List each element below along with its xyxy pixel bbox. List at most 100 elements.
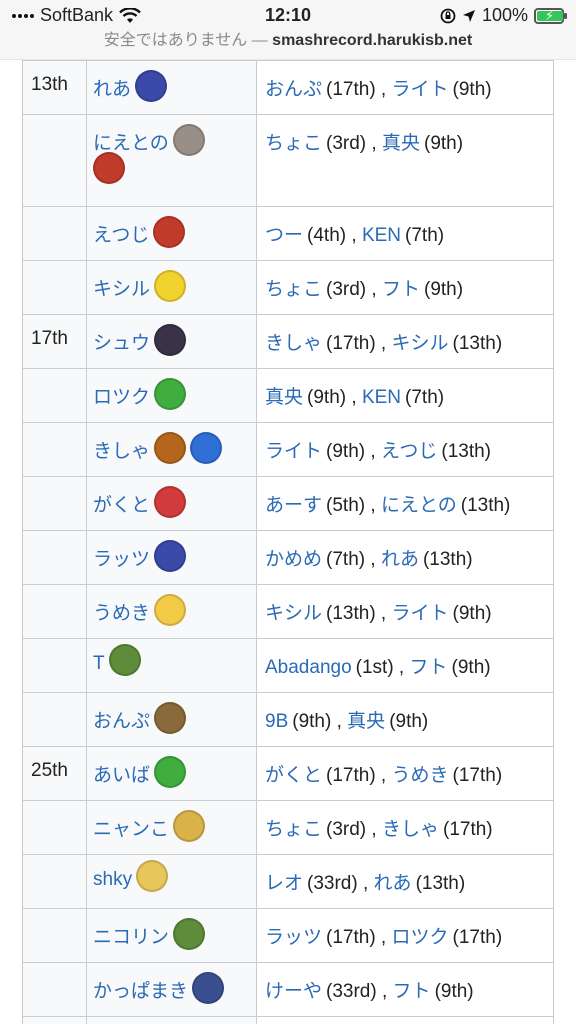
diddy-kong-icon <box>153 215 186 248</box>
opponent-link[interactable]: ロツク <box>392 927 449 948</box>
results-table: 13th れあ おんぷ (17th) , ライト (9th) にえとの ちょこ (3rd) ,… <box>22 60 554 1024</box>
opponent-link[interactable]: かめめ <box>265 549 322 570</box>
player-link[interactable]: シュウ <box>93 333 150 354</box>
opponent-link[interactable]: がくと <box>265 765 322 786</box>
lost-to-cell: あーす (5th) , にえとの (13th) <box>256 476 554 531</box>
rank-cell: 13th <box>22 60 87 115</box>
player-cell: れあ <box>86 60 257 115</box>
separator: , <box>365 441 381 462</box>
opponent-link[interactable]: きしゃ <box>382 819 439 840</box>
opponent-link[interactable]: 真央 <box>347 711 385 732</box>
opponent-link[interactable]: けーや <box>265 981 322 1002</box>
player-link[interactable]: れあ <box>93 79 131 100</box>
player-link[interactable]: ニャンこ <box>93 819 169 840</box>
opponent-placement: (17th) <box>443 819 493 840</box>
opponent-link[interactable]: ちょこ <box>265 819 322 840</box>
opponent-placement: (17th) <box>326 79 376 100</box>
opponent-link[interactable]: うめき <box>392 765 449 786</box>
opponent-placement: (17th) <box>452 927 503 948</box>
separator: , <box>366 819 382 840</box>
table-row: にえとの ちょこ (3rd) , 真央 (9th) <box>22 114 554 207</box>
player-cell: ニコリン <box>86 908 257 963</box>
player-link[interactable]: かっぱまき <box>93 981 188 1002</box>
opponent-placement: (13th) <box>415 873 466 894</box>
opponent-link[interactable]: れあ <box>381 549 419 570</box>
rank-cell <box>22 260 87 315</box>
results-table-container: 13th れあ おんぷ (17th) , ライト (9th) にえとの ちょこ (3rd) ,… <box>22 60 554 1024</box>
rotation-lock-icon <box>440 8 456 23</box>
player-link[interactable]: にえとの <box>93 133 169 154</box>
player-cell: ニャンこ <box>86 800 257 855</box>
player-link[interactable]: キシル <box>93 279 150 300</box>
opponent-placement: (9th) <box>326 441 366 462</box>
opponent-link[interactable]: えつじ <box>381 441 437 462</box>
table-row: 25th あいば がくと (17th) , うめき (17th) <box>22 746 554 801</box>
player-link[interactable]: うめき <box>93 603 150 624</box>
player-link[interactable]: おんぷ <box>93 711 150 732</box>
opponent-placement: (13th) <box>441 441 492 462</box>
battery-percent: 100% <box>481 5 528 25</box>
rank-cell <box>22 854 87 909</box>
opponent-link[interactable]: フト <box>410 657 448 678</box>
opponent-link[interactable]: ライト <box>265 441 322 462</box>
opponent-link[interactable]: 真央 <box>382 133 420 154</box>
opponent-link[interactable]: フト <box>382 279 420 300</box>
opponent-placement: (13th) <box>460 495 511 516</box>
rank-cell <box>22 368 87 423</box>
player-link[interactable]: ニコリン <box>93 927 169 948</box>
diddy-kong-icon <box>93 151 125 184</box>
opponent-link[interactable]: キシル <box>392 333 449 354</box>
opponent-link[interactable]: キシル <box>265 603 322 624</box>
player-link[interactable]: えつじ <box>93 225 149 246</box>
opponent-placement: (9th) <box>452 79 492 100</box>
status-bar: SoftBank 12:10 100% ⚡ <box>0 0 576 30</box>
separator: , <box>375 333 392 354</box>
address-bar[interactable]: 安全ではありません — smashrecord.harukisb.net <box>0 30 576 60</box>
opponent-placement: (13th) <box>326 603 376 624</box>
opponent-link[interactable]: ちょこ <box>265 279 322 300</box>
opponent-link[interactable]: Abadango <box>265 657 352 678</box>
rank-cell <box>22 692 87 747</box>
opponent-link[interactable]: レオ <box>265 873 303 894</box>
opponent-placement: (9th) <box>451 657 491 678</box>
player-link[interactable]: あいば <box>93 765 150 786</box>
table-row: かっぱまき けーや (33rd) , フト (9th) <box>22 962 554 1017</box>
player-cell: うめき <box>86 584 257 639</box>
rank-cell <box>22 638 87 693</box>
opponent-link[interactable]: つー <box>265 225 303 246</box>
opponent-link[interactable]: きしゃ <box>265 333 322 354</box>
opponent-placement: (33rd) <box>307 873 358 894</box>
opponent-link[interactable]: あーす <box>265 495 322 516</box>
separator: , <box>331 711 348 732</box>
opponent-link[interactable]: ラッツ <box>265 927 322 948</box>
opponent-placement: (7th) <box>326 549 366 570</box>
opponent-link[interactable]: フト <box>393 981 431 1002</box>
yoshi-icon <box>154 377 187 410</box>
table-row: ラッツ かめめ (7th) , れあ (13th) <box>22 530 554 585</box>
opponent-placement: (13th) <box>452 333 503 354</box>
opponent-link[interactable]: れあ <box>374 873 412 894</box>
opponent-placement: (17th) <box>452 765 503 786</box>
player-link[interactable]: shky <box>93 869 132 890</box>
bayonetta-icon <box>154 323 187 356</box>
opponent-placement: (33rd) <box>326 981 377 1002</box>
player-link[interactable]: きしゃ <box>93 441 150 462</box>
opponent-link[interactable]: にえとの <box>381 495 457 516</box>
opponent-link[interactable]: KEN <box>362 387 401 408</box>
player-link[interactable]: ラッツ <box>93 549 150 570</box>
lost-to-cell: ちょこ (3rd) , きしゃ (17th) <box>256 800 554 855</box>
opponent-link[interactable]: ちょこ <box>265 133 322 154</box>
opponent-link[interactable]: 真央 <box>265 387 303 408</box>
opponent-link[interactable]: KEN <box>362 225 401 246</box>
player-link[interactable]: ロツク <box>93 387 150 408</box>
rank-cell <box>22 908 87 963</box>
opponent-link[interactable]: おんぷ <box>265 79 322 100</box>
opponent-link[interactable]: ライト <box>392 79 449 100</box>
player-link[interactable]: T <box>93 653 105 674</box>
opponent-placement: (13th) <box>422 549 473 570</box>
opponent-link[interactable]: ライト <box>392 603 449 624</box>
player-link[interactable]: がくと <box>93 495 150 516</box>
player-cell: きしゃ <box>86 422 257 477</box>
opponent-link[interactable]: 9B <box>265 711 288 732</box>
opponent-placement: (7th) <box>405 387 445 408</box>
